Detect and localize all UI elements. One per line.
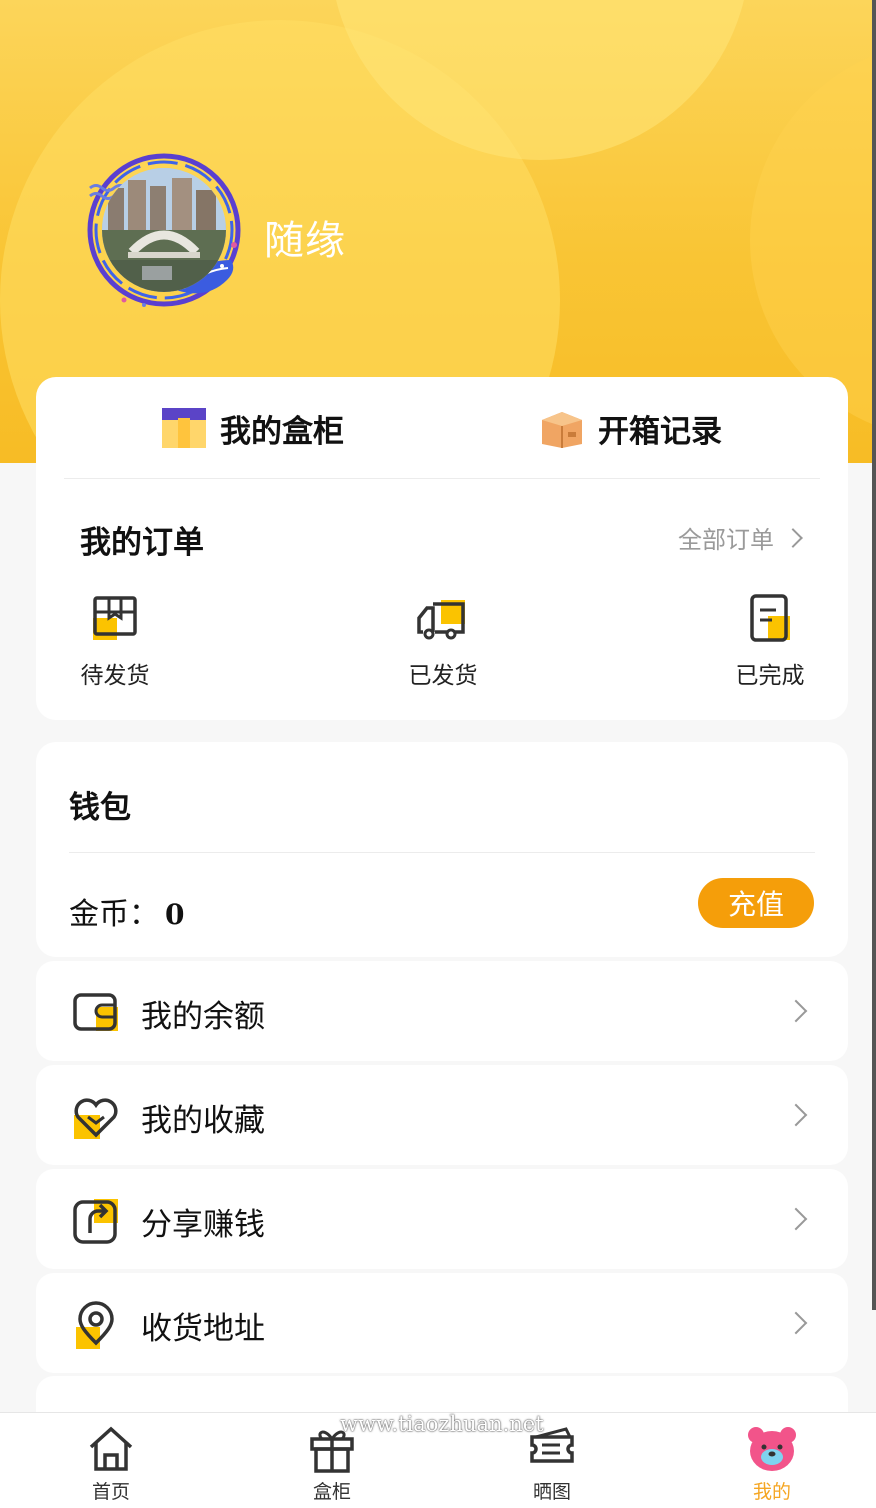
tab-open-records[interactable]: 开箱记录 [538, 403, 722, 453]
order-shipped[interactable]: 已发货 [388, 592, 498, 690]
order-label: 已完成 [735, 663, 805, 689]
tabbar-mine[interactable]: 我的 [712, 1423, 832, 1504]
orders-card: 我的盒柜 开箱记录 我的订单 全部订单 待发货 已发货 已完成 [36, 377, 848, 720]
tabbar-home[interactable]: 首页 [51, 1423, 171, 1504]
chevron-right-icon [783, 527, 803, 548]
menu-label: 我的收藏 [141, 1103, 265, 1139]
wallet-icon [73, 993, 118, 1031]
divider [64, 478, 820, 479]
share-icon [73, 1199, 118, 1244]
tabbar-label: 首页 [91, 1481, 130, 1503]
menu-label: 我的余额 [141, 999, 265, 1035]
box-icon [162, 408, 206, 448]
landscape-image [102, 168, 226, 292]
order-label: 已发货 [408, 663, 478, 689]
coin-label: 金币： [69, 897, 159, 932]
heart-icon [74, 1098, 118, 1139]
tab-label: 开箱记录 [598, 413, 722, 450]
tabs-row: 我的盒柜 开箱记录 [36, 377, 848, 478]
recharge-button[interactable]: 充值 [698, 878, 814, 928]
menu-label: 分享赚钱 [141, 1207, 265, 1243]
home-icon [89, 1426, 133, 1471]
coin-balance: 金币： 0 [69, 889, 184, 933]
all-orders-label: 全部订单 [678, 526, 774, 554]
tab-label: 我的盒柜 [220, 413, 344, 450]
watermark-text: www.tiaozhuan.net [340, 1412, 544, 1436]
order-completed[interactable]: 已完成 [715, 592, 825, 690]
package-icon [93, 596, 137, 640]
scrollbar-track [872, 0, 876, 1310]
order-pending-shipment[interactable]: 待发货 [60, 592, 170, 690]
tab-my-box[interactable]: 我的盒柜 [160, 403, 344, 453]
chevron-right-icon [784, 1311, 808, 1335]
menu-item-share-earn[interactable]: 分享赚钱 [36, 1169, 848, 1269]
tabbar-label: 盒柜 [312, 1481, 351, 1503]
chevron-right-icon [784, 999, 808, 1023]
divider [69, 852, 815, 853]
open-box-icon [542, 412, 582, 448]
document-icon [750, 594, 790, 642]
menu-item-address[interactable]: 收货地址 [36, 1273, 848, 1373]
chevron-right-icon [784, 1207, 808, 1231]
username: 随缘 [264, 218, 346, 264]
wallet-title: 钱包 [69, 790, 131, 826]
coin-value: 0 [165, 898, 185, 931]
chevron-right-icon [784, 1103, 808, 1127]
tabbar-label: 晒图 [532, 1481, 571, 1503]
menu-item-favorites[interactable]: 我的收藏 [36, 1065, 848, 1165]
order-label: 待发货 [80, 663, 150, 689]
bear-icon [748, 1427, 796, 1471]
menu-item-balance[interactable]: 我的余额 [36, 961, 848, 1061]
orders-title: 我的订单 [80, 525, 204, 561]
tabbar-label: 我的 [752, 1481, 791, 1503]
avatar[interactable] [84, 150, 244, 310]
truck-icon [417, 600, 465, 640]
wallet-card: 钱包 金币： 0 充值 [36, 742, 848, 957]
all-orders-link[interactable]: 全部订单 [678, 520, 803, 555]
avatar-photo [102, 168, 226, 292]
location-icon [76, 1301, 114, 1349]
menu-label: 收货地址 [141, 1311, 265, 1347]
